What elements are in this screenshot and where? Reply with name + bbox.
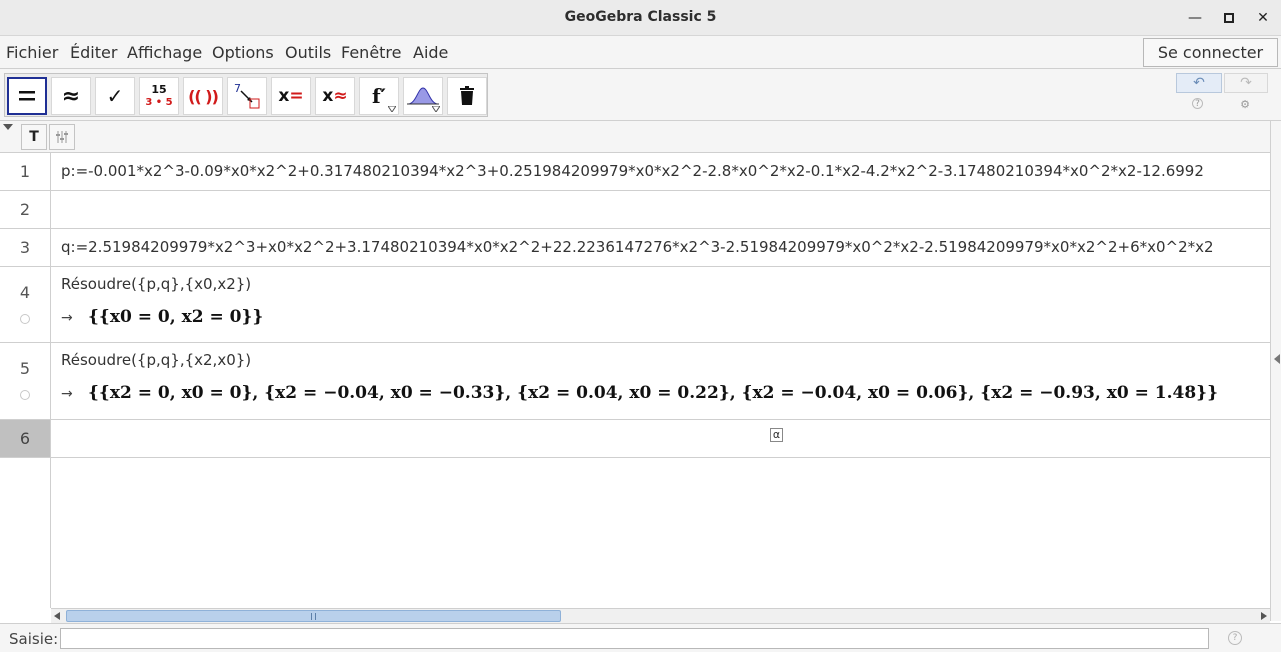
solve-tool[interactable]: x= xyxy=(271,77,311,115)
check-icon: ✓ xyxy=(106,84,124,108)
cas-row-3[interactable]: 3 q:=2.51984209979*x2^3+x0*x2^2+3.174802… xyxy=(0,229,1270,267)
maximize-button[interactable] xyxy=(1219,8,1239,28)
menu-bar: Fichier Éditer Affichage Options Outils … xyxy=(0,36,1281,69)
geogebra-window: GeoGebra Classic 5 — ✕ Fichier Éditer Af… xyxy=(0,0,1281,652)
keyboard-settings-button[interactable] xyxy=(49,124,75,150)
derivative-icon: f′ xyxy=(372,84,386,108)
close-button[interactable]: ✕ xyxy=(1253,8,1273,28)
solve-icon: x= xyxy=(278,86,304,106)
visibility-toggle[interactable] xyxy=(20,390,30,400)
solve-numerically-icon: x≈ xyxy=(322,86,348,106)
grip-icon xyxy=(311,613,316,620)
svg-text:7: 7 xyxy=(234,82,241,95)
row-number[interactable]: 3 xyxy=(0,229,51,266)
input-field[interactable] xyxy=(60,628,1209,649)
collapse-stylebar-icon[interactable] xyxy=(3,124,13,130)
input-label: Saisie: xyxy=(9,630,59,648)
submenu-triangle-icon xyxy=(432,106,440,112)
cas-view: 1 p:=-0.001*x2^3-0.09*x0*x2^2+0.31748021… xyxy=(0,153,1270,608)
row-number[interactable]: 4 xyxy=(0,267,51,342)
output-arrow-icon: → xyxy=(61,386,73,402)
numeric-tool[interactable]: ≈ xyxy=(51,77,91,115)
sliders-icon xyxy=(56,131,68,143)
menu-aide[interactable]: Aide xyxy=(413,43,448,62)
delete-tool[interactable] xyxy=(447,77,487,115)
text-style-button[interactable]: T xyxy=(21,124,47,150)
title-bar: GeoGebra Classic 5 — ✕ xyxy=(0,0,1281,36)
row-number[interactable]: 6 xyxy=(0,420,51,457)
cas-row-1[interactable]: 1 p:=-0.001*x2^3-0.09*x0*x2^2+0.31748021… xyxy=(0,153,1270,191)
redo-button[interactable]: ↷ xyxy=(1224,73,1268,93)
menu-affichage[interactable]: Affichage xyxy=(127,43,202,62)
cas-input[interactable]: q:=2.51984209979*x2^3+x0*x2^2+3.17480210… xyxy=(61,238,1214,256)
row-number[interactable]: 5 xyxy=(0,343,51,419)
input-bar: Saisie: ? xyxy=(0,623,1281,652)
sidebar-toggle[interactable] xyxy=(1270,121,1281,621)
settings-icon[interactable]: ⚙ xyxy=(1238,97,1252,111)
help-icon[interactable]: ? xyxy=(1192,98,1203,109)
cas-input[interactable]: p:=-0.001*x2^3-0.09*x0*x2^2+0.3174802103… xyxy=(61,162,1204,180)
submenu-triangle-icon xyxy=(388,106,396,112)
cas-input[interactable]: Résoudre({p,q},{x2,x0}) xyxy=(61,351,251,369)
cas-row-6[interactable]: 6 α xyxy=(0,420,1270,458)
row-number[interactable]: 1 xyxy=(0,153,51,190)
row-number[interactable]: 2 xyxy=(0,191,51,228)
cas-row-2[interactable]: 2 xyxy=(0,191,1270,229)
help-icon[interactable]: ? xyxy=(1228,631,1242,645)
cas-output: {{x0 = 0, x2 = 0}} xyxy=(88,307,264,327)
substitute-icon: 7 xyxy=(234,82,260,109)
menu-fenetre[interactable]: Fenêtre xyxy=(341,43,402,62)
probability-tool[interactable] xyxy=(403,77,443,115)
login-button[interactable]: Se connecter xyxy=(1143,38,1278,67)
approx-icon: ≈ xyxy=(61,83,81,109)
visibility-toggle[interactable] xyxy=(20,314,30,324)
alpha-symbol-button[interactable]: α xyxy=(770,428,783,442)
derivative-tool[interactable]: f′ xyxy=(359,77,399,115)
scroll-right-icon[interactable] xyxy=(1261,612,1267,620)
redo-icon: ↷ xyxy=(1240,75,1252,91)
expand-icon: (( )) xyxy=(188,86,219,106)
output-arrow-icon: → xyxy=(61,310,73,326)
undo-button[interactable]: ↶ xyxy=(1176,73,1222,93)
factor-icon-top: 15 xyxy=(151,83,167,96)
maximize-icon xyxy=(1224,13,1234,23)
cas-output: {{x2 = 0, x0 = 0}, {x2 = −0.04, x0 = −0.… xyxy=(88,383,1219,403)
menu-fichier[interactable]: Fichier xyxy=(6,43,58,62)
menu-options[interactable]: Options xyxy=(212,43,274,62)
substitute-tool[interactable]: 7 xyxy=(227,77,267,115)
horizontal-scrollbar[interactable] xyxy=(51,608,1270,623)
cas-row-4[interactable]: 4 Résoudre({p,q},{x0,x2}) → {{x0 = 0, x2… xyxy=(0,267,1270,343)
expand-left-icon xyxy=(1274,354,1280,364)
trash-icon xyxy=(460,86,474,105)
undo-icon: ↶ xyxy=(1193,75,1205,91)
scroll-left-icon[interactable] xyxy=(54,612,60,620)
minimize-button[interactable]: — xyxy=(1185,8,1205,28)
solve-numerically-tool[interactable]: x≈ xyxy=(315,77,355,115)
evaluate-tool[interactable] xyxy=(7,77,47,115)
scroll-thumb[interactable] xyxy=(66,610,561,622)
menu-editer[interactable]: Éditer xyxy=(70,43,117,62)
menu-outils[interactable]: Outils xyxy=(285,43,331,62)
window-title: GeoGebra Classic 5 xyxy=(564,9,717,25)
cas-input[interactable]: Résoudre({p,q},{x0,x2}) xyxy=(61,275,251,293)
cas-tool-group: ≈ ✓ 15 3 • 5 (( )) 7 x= x≈ f′ xyxy=(4,73,488,117)
toolbar: ≈ ✓ 15 3 • 5 (( )) 7 x= x≈ f′ ↶ ↷ ? ⚙ xyxy=(0,69,1281,121)
equals-icon xyxy=(19,91,35,101)
expand-tool[interactable]: (( )) xyxy=(183,77,223,115)
factor-icon-bottom: 3 • 5 xyxy=(145,97,173,108)
style-bar: T xyxy=(0,121,1270,153)
cas-row-5[interactable]: 5 Résoudre({p,q},{x2,x0}) → {{x2 = 0, x0… xyxy=(0,343,1270,420)
keep-input-tool[interactable]: ✓ xyxy=(95,77,135,115)
factor-tool[interactable]: 15 3 • 5 xyxy=(139,77,179,115)
